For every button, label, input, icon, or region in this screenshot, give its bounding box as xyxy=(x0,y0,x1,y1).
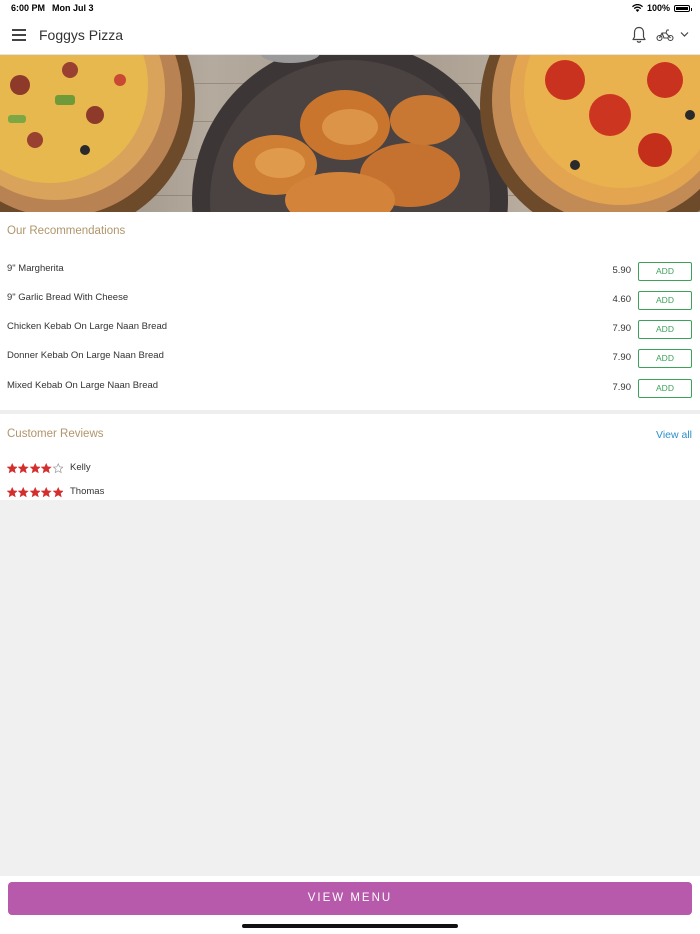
page-title: Foggys Pizza xyxy=(39,27,124,43)
star-filled-icon xyxy=(18,462,29,473)
item-price: 7.90 xyxy=(612,352,632,363)
recommendation-item: Mixed Kebab On Large Naan Bread 7.90 ADD xyxy=(0,379,700,401)
status-bar: 6:00 PM Mon Jul 3 100% xyxy=(0,0,700,16)
menu-icon[interactable] xyxy=(12,29,26,41)
reviewer-name: Thomas xyxy=(70,486,105,497)
recommendations-section: Our Recommendations 9" Margherita 5.90 A… xyxy=(0,212,700,410)
view-all-link[interactable]: View all xyxy=(656,429,692,441)
recommendation-item: 9" Garlic Bread With Cheese 4.60 ADD xyxy=(0,291,700,313)
item-name: 9" Garlic Bread With Cheese xyxy=(7,292,129,303)
add-button[interactable]: ADD xyxy=(638,349,692,368)
chevron-down-icon[interactable] xyxy=(680,31,689,38)
star-filled-icon xyxy=(52,486,64,497)
recommendation-item: 9" Margherita 5.90 ADD xyxy=(0,262,700,284)
star-filled-icon xyxy=(7,462,18,473)
bell-icon[interactable] xyxy=(631,26,647,44)
add-button[interactable]: ADD xyxy=(638,379,692,398)
review-item: Thomas xyxy=(7,485,104,499)
item-name: Donner Kebab On Large Naan Bread xyxy=(7,350,164,361)
item-name: Mixed Kebab On Large Naan Bread xyxy=(7,380,159,391)
star-empty-icon xyxy=(52,462,64,473)
reviews-title: Customer Reviews xyxy=(7,428,104,440)
food-banner-image xyxy=(0,55,700,212)
scooter-icon[interactable] xyxy=(656,28,674,42)
star-filled-icon xyxy=(41,462,52,473)
battery-percent: 100% xyxy=(646,3,670,13)
star-filled-icon xyxy=(29,486,41,497)
item-price: 4.60 xyxy=(612,294,632,305)
item-name: Chicken Kebab On Large Naan Bread xyxy=(7,321,168,332)
item-price: 7.90 xyxy=(612,323,632,334)
add-button[interactable]: ADD xyxy=(638,291,692,310)
recommendation-item: Donner Kebab On Large Naan Bread 7.90 AD… xyxy=(0,349,700,371)
reviews-section: Customer Reviews View all Kelly Thomas xyxy=(0,414,700,500)
status-right: 100% xyxy=(631,3,692,13)
hero-banner xyxy=(0,55,700,212)
item-price: 7.90 xyxy=(612,382,632,393)
status-date: Mon Jul 3 xyxy=(52,3,94,13)
app-header: Foggys Pizza xyxy=(0,16,700,55)
status-time: 6:00 PM xyxy=(11,3,46,13)
star-filled-icon xyxy=(7,486,18,497)
wifi-icon xyxy=(631,4,643,12)
view-menu-button[interactable]: VIEW MENU xyxy=(8,882,692,915)
home-indicator xyxy=(242,924,458,928)
battery-icon xyxy=(674,4,692,12)
reviewer-name: Kelly xyxy=(70,462,91,473)
review-item: Kelly xyxy=(7,461,91,475)
bottom-bar: VIEW MENU xyxy=(0,876,700,934)
recommendation-item: Chicken Kebab On Large Naan Bread 7.90 A… xyxy=(0,320,700,342)
star-filled-icon xyxy=(41,486,52,497)
item-name: 9" Margherita xyxy=(7,263,64,274)
recommendations-title: Our Recommendations xyxy=(7,225,126,237)
star-rating xyxy=(7,462,64,474)
star-filled-icon xyxy=(29,462,41,473)
star-filled-icon xyxy=(18,486,29,497)
add-button[interactable]: ADD xyxy=(638,262,692,281)
item-price: 5.90 xyxy=(612,265,632,276)
star-rating xyxy=(7,486,64,498)
add-button[interactable]: ADD xyxy=(638,320,692,339)
